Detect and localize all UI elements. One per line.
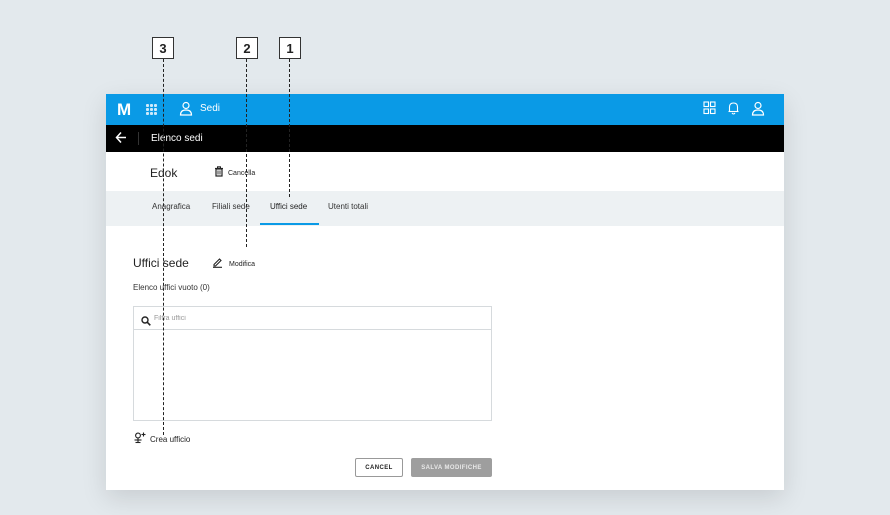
tab-anagrafica[interactable]: Anagrafica — [152, 202, 190, 211]
account-icon[interactable] — [751, 101, 765, 121]
entity-header: Edok Cancella — [106, 152, 784, 191]
app-section-title: Sedi — [200, 103, 221, 114]
callout-2-leader — [246, 59, 247, 247]
edit-button[interactable]: Modifica — [212, 257, 255, 270]
arrow-left-icon[interactable] — [115, 131, 127, 149]
create-office-label: Crea ufficio — [150, 434, 191, 444]
separator — [138, 132, 139, 145]
cancel-button[interactable]: CANCEL — [355, 458, 403, 477]
active-tab-indicator — [260, 223, 319, 225]
callout-3: 3 — [152, 37, 174, 59]
list-caption: Elenco uffici vuoto (0) — [133, 283, 210, 292]
callout-2: 2 — [236, 37, 258, 59]
app-logo[interactable]: M — [117, 100, 131, 120]
add-office-icon — [133, 432, 146, 446]
edit-label: Modifica — [229, 261, 256, 268]
breadcrumb-title[interactable]: Elenco sedi — [151, 133, 203, 144]
breadcrumb-bar: Elenco sedi — [106, 125, 784, 152]
tab-bar: Anagrafica Filiali sede Uffici sede Uten… — [106, 191, 784, 226]
delete-label: Cancella — [228, 170, 256, 177]
pencil-icon — [212, 257, 223, 270]
top-bar: M Sedi — [106, 94, 784, 125]
delete-button[interactable]: Cancella — [214, 166, 255, 179]
dashboard-icon[interactable] — [703, 101, 716, 120]
callout-3-leader — [163, 59, 164, 435]
filter-input[interactable] — [154, 311, 454, 325]
create-office-button[interactable]: Crea ufficio — [133, 432, 190, 446]
tab-filiali-sede[interactable]: Filiali sede — [212, 202, 250, 211]
apps-grid-icon[interactable] — [146, 104, 157, 115]
offices-list — [133, 306, 492, 421]
save-changes-button[interactable]: SALVA MODIFICHE — [411, 458, 492, 477]
callout-1: 1 — [279, 37, 301, 59]
section-title: Uffici sede — [133, 256, 189, 270]
filter-row — [134, 307, 491, 330]
tab-uffici-sede[interactable]: Uffici sede — [270, 202, 307, 211]
app-window: M Sedi Elenco sedi Edok Cancella Anagraf… — [106, 94, 784, 490]
bell-icon[interactable] — [727, 101, 740, 120]
search-icon — [141, 313, 151, 331]
trash-icon — [214, 166, 224, 179]
tab-utenti-totali[interactable]: Utenti totali — [328, 202, 368, 211]
user-icon — [179, 101, 193, 121]
callout-1-leader — [289, 59, 290, 197]
